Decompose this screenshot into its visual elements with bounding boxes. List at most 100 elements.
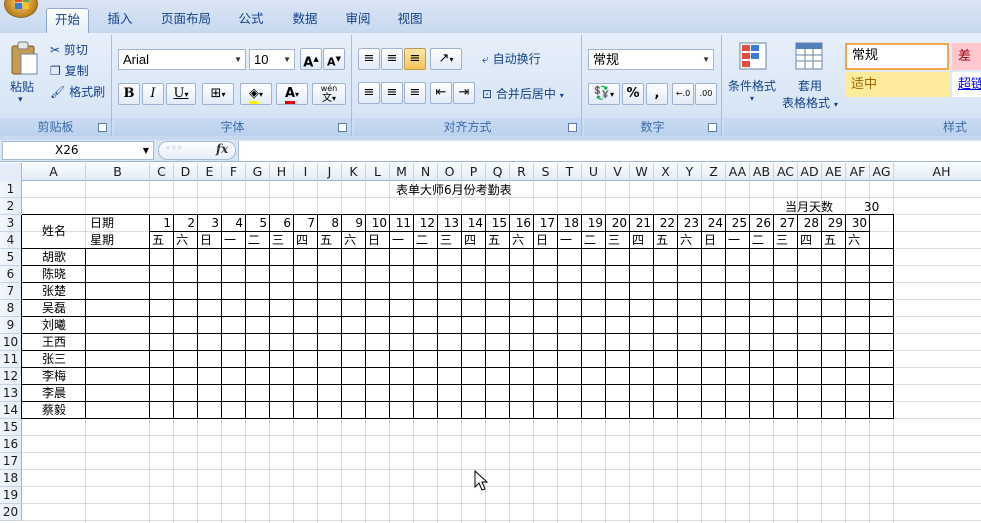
weekday-cell[interactable]: 三 — [440, 232, 452, 248]
date-cell[interactable]: 29 — [822, 215, 843, 231]
column-header[interactable]: AB — [750, 163, 774, 181]
weekday-cell[interactable]: 三 — [608, 232, 620, 248]
weekday-cell[interactable]: 一 — [224, 232, 236, 248]
weekday-cell[interactable]: 二 — [584, 232, 596, 248]
weekday-cell[interactable]: 日 — [200, 232, 212, 248]
row-header[interactable]: 1 — [0, 181, 22, 198]
row-header[interactable]: 16 — [0, 436, 22, 453]
date-cell[interactable]: 5 — [246, 215, 267, 231]
date-cell[interactable]: 23 — [678, 215, 699, 231]
style-neutral[interactable]: 适中 — [845, 72, 949, 97]
date-cell[interactable]: 16 — [510, 215, 531, 231]
alignment-launcher-icon[interactable] — [568, 123, 577, 132]
weekday-cell[interactable]: 二 — [752, 232, 764, 248]
column-header[interactable]: Y — [678, 163, 702, 181]
formula-input[interactable] — [238, 141, 981, 161]
underline-button[interactable]: U▾ — [166, 83, 196, 105]
orientation-button[interactable]: ↗▾ — [430, 48, 462, 70]
column-header[interactable]: AF — [846, 163, 870, 181]
bold-button[interactable]: B — [118, 83, 140, 105]
comma-button[interactable]: , — [646, 83, 668, 105]
row-header[interactable]: 13 — [0, 385, 22, 402]
column-header[interactable]: T — [558, 163, 582, 181]
tab-page-layout[interactable]: 页面布局 — [153, 8, 219, 33]
days-label[interactable]: 当月天数 — [785, 199, 833, 215]
column-header[interactable]: N — [414, 163, 438, 181]
weekday-cell[interactable]: 五 — [488, 232, 500, 248]
date-cell[interactable]: 9 — [342, 215, 363, 231]
date-cell[interactable]: 6 — [270, 215, 291, 231]
row-header[interactable]: 8 — [0, 300, 22, 317]
date-cell[interactable]: 27 — [774, 215, 795, 231]
office-button[interactable] — [4, 0, 38, 18]
column-header[interactable]: Q — [486, 163, 510, 181]
fill-color-button[interactable]: ◈▾ — [240, 83, 272, 105]
sheet-title[interactable]: 表单大师6月份考勤表 — [396, 182, 512, 198]
paste-button[interactable]: 粘贴 — [10, 78, 34, 95]
column-header[interactable]: U — [582, 163, 606, 181]
font-color-button[interactable]: A▾ — [276, 83, 308, 105]
border-button[interactable]: ⊞▾ — [202, 83, 234, 105]
column-header[interactable]: H — [270, 163, 294, 181]
column-header[interactable]: AG — [870, 163, 894, 181]
column-header[interactable]: AA — [726, 163, 750, 181]
date-cell[interactable]: 24 — [702, 215, 723, 231]
row-header[interactable]: 3 — [0, 215, 22, 232]
date-cell[interactable]: 26 — [750, 215, 771, 231]
date-cell[interactable]: 17 — [534, 215, 555, 231]
conditional-format-dropdown-icon[interactable]: ▾ — [750, 94, 754, 103]
tab-view[interactable]: 视图 — [389, 8, 431, 33]
employee-name-cell[interactable]: 吴磊 — [22, 300, 86, 316]
phonetic-button[interactable]: wén 文▾ — [312, 83, 346, 105]
row-header[interactable]: 5 — [0, 249, 22, 266]
number-launcher-icon[interactable] — [708, 123, 717, 132]
date-cell[interactable]: 7 — [294, 215, 315, 231]
weekday-cell[interactable]: 二 — [416, 232, 428, 248]
column-header[interactable]: I — [294, 163, 318, 181]
align-left-icon[interactable]: ≡ — [358, 82, 380, 104]
column-header[interactable]: P — [462, 163, 486, 181]
row-header[interactable]: 10 — [0, 334, 22, 351]
weekday-label[interactable]: 星期 — [90, 232, 114, 248]
column-header[interactable]: B — [86, 163, 150, 181]
clipboard-launcher-icon[interactable] — [98, 123, 107, 132]
style-normal[interactable]: 常规 — [845, 43, 949, 70]
tab-review[interactable]: 审阅 — [337, 8, 379, 33]
conditional-format-icon[interactable] — [738, 41, 768, 74]
date-cell[interactable]: 18 — [558, 215, 579, 231]
column-header[interactable]: V — [606, 163, 630, 181]
paste-dropdown-icon[interactable]: ▾ — [18, 95, 23, 105]
column-header[interactable]: AC — [774, 163, 798, 181]
shrink-font-button[interactable]: A▼ — [323, 48, 345, 70]
column-header[interactable]: F — [222, 163, 246, 181]
date-cell[interactable]: 30 — [846, 215, 867, 231]
weekday-cell[interactable]: 四 — [800, 232, 812, 248]
column-header[interactable]: A — [22, 163, 86, 181]
date-cell[interactable]: 4 — [222, 215, 243, 231]
weekday-cell[interactable]: 日 — [536, 232, 548, 248]
wrap-text-button[interactable]: ⤶ 自动换行 — [482, 50, 541, 67]
format-as-table-icon[interactable] — [794, 41, 824, 74]
row-header[interactable]: 14 — [0, 402, 22, 419]
row-header[interactable]: 9 — [0, 317, 22, 334]
paste-icon[interactable] — [9, 40, 39, 76]
employee-name-cell[interactable]: 张楚 — [22, 283, 86, 299]
employee-name-cell[interactable]: 陈晓 — [22, 266, 86, 282]
row-header[interactable]: 7 — [0, 283, 22, 300]
weekday-cell[interactable]: 六 — [512, 232, 524, 248]
row-header[interactable]: 12 — [0, 368, 22, 385]
row-header[interactable]: 17 — [0, 453, 22, 470]
employee-name-cell[interactable]: 张三 — [22, 351, 86, 367]
tab-data[interactable]: 数据 — [284, 8, 326, 33]
weekday-cell[interactable]: 五 — [152, 232, 164, 248]
date-cell[interactable]: 13 — [438, 215, 459, 231]
align-center-icon[interactable]: ≡ — [381, 82, 403, 104]
column-header[interactable]: E — [198, 163, 222, 181]
column-header[interactable]: X — [654, 163, 678, 181]
days-value[interactable]: 30 — [864, 199, 879, 215]
column-header[interactable]: O — [438, 163, 462, 181]
date-cell[interactable]: 14 — [462, 215, 483, 231]
date-cell[interactable]: 12 — [414, 215, 435, 231]
tab-formulas[interactable]: 公式 — [229, 8, 273, 33]
name-box[interactable]: X26 ▼ — [2, 141, 154, 160]
